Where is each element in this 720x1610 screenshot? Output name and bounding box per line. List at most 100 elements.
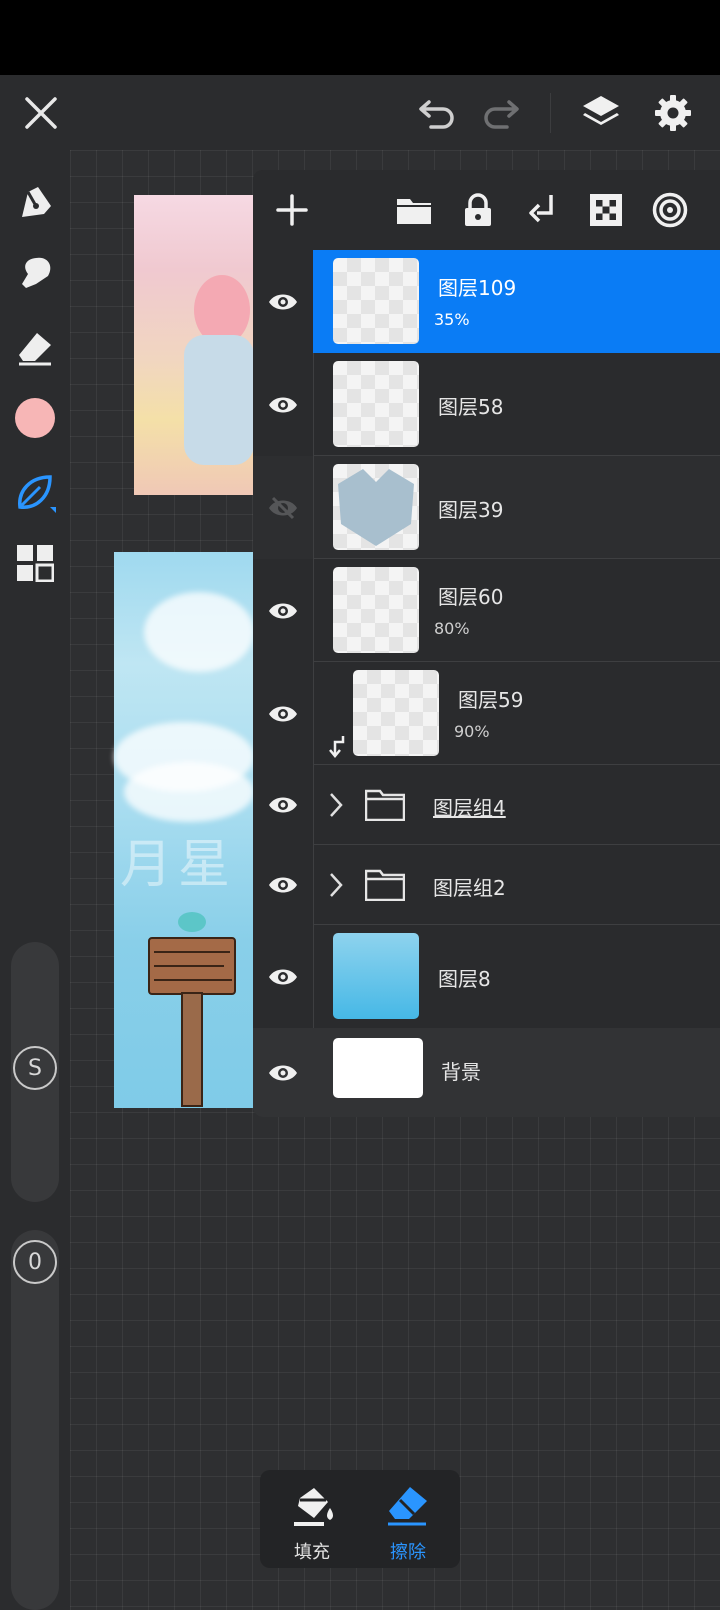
- character-dress: [184, 335, 254, 465]
- eraser-icon: [19, 333, 51, 366]
- sign-line: [154, 979, 232, 981]
- new-group-button[interactable]: [389, 185, 439, 235]
- fill-button[interactable]: 填充: [264, 1470, 360, 1568]
- erase-label: 擦除: [390, 1542, 426, 1563]
- visibility-toggle[interactable]: [253, 250, 313, 353]
- eye-icon: [269, 797, 297, 813]
- smudge-tool-button[interactable]: [10, 245, 60, 301]
- layer-row-59[interactable]: 图层59 90%: [253, 662, 720, 765]
- cloud: [144, 592, 254, 672]
- layer-row-58[interactable]: 图层58: [253, 353, 720, 456]
- add-layer-button[interactable]: [267, 185, 317, 235]
- undo-button[interactable]: [402, 75, 472, 150]
- fill-label: 填充: [294, 1542, 330, 1563]
- layer-name: 背景: [441, 1060, 481, 1084]
- smudge-icon: [22, 257, 51, 288]
- undo-icon: [419, 99, 454, 129]
- sign-line: [154, 965, 224, 967]
- brush-size-knob[interactable]: S: [13, 1046, 57, 1090]
- eye-divider: [313, 925, 314, 1028]
- layers-panel-toolbar: [253, 170, 720, 250]
- top-bar: [0, 75, 720, 150]
- visibility-toggle[interactable]: [253, 765, 313, 845]
- layer-row-60[interactable]: 图层60 80%: [253, 559, 720, 662]
- grid-menu-icon: [17, 545, 54, 582]
- settings-button[interactable]: [638, 75, 708, 150]
- layer-name: 图层8: [438, 967, 491, 991]
- redo-button[interactable]: [466, 75, 536, 150]
- folder-icon: [397, 199, 431, 224]
- layer-row-background[interactable]: 背景: [253, 1028, 720, 1117]
- layer-row-109[interactable]: 图层109 35%: [253, 250, 720, 353]
- layers-button[interactable]: [566, 75, 636, 150]
- visibility-toggle[interactable]: [253, 353, 313, 456]
- layer-name: 图层39: [438, 498, 504, 522]
- top-bar-divider: [550, 93, 551, 133]
- visibility-toggle[interactable]: [253, 925, 313, 1028]
- color-swatch: [15, 398, 55, 438]
- layer-thumbnail: [333, 258, 419, 344]
- visibility-toggle[interactable]: [253, 456, 313, 559]
- artwork-sky-image: 月星: [114, 552, 254, 1108]
- eye-icon: [269, 969, 297, 984]
- fill-erase-popup: 填充 擦除: [260, 1470, 460, 1568]
- eye-divider: [313, 456, 314, 559]
- layer-group-row-4[interactable]: 图层组4: [253, 765, 720, 845]
- leaf-brush-icon: [18, 475, 56, 513]
- lock-layer-button[interactable]: [453, 185, 503, 235]
- layer-group-row-2[interactable]: 图层组2: [253, 845, 720, 925]
- merge-down-button[interactable]: [517, 185, 567, 235]
- gear-icon: [655, 94, 691, 131]
- layer-thumbnail: [333, 933, 419, 1019]
- eye-hidden-icon: [269, 496, 297, 519]
- alpha-lock-icon: [590, 194, 622, 226]
- layer-row-39[interactable]: 图层39: [253, 456, 720, 559]
- visibility-toggle[interactable]: [253, 845, 313, 925]
- watermark-text: 月星: [120, 835, 237, 895]
- layer-thumbnail: [353, 670, 439, 756]
- leaf-brush-tool-button[interactable]: [10, 465, 60, 521]
- layer-row-8[interactable]: 图层8: [253, 925, 720, 1028]
- color-picker-button[interactable]: [10, 390, 60, 446]
- layer-name: 图层109: [438, 276, 517, 300]
- visibility-toggle[interactable]: [253, 559, 313, 662]
- left-toolbar: S 0: [0, 150, 70, 1610]
- brush-opacity-slider[interactable]: 0: [11, 1230, 59, 1610]
- layer-opacity: 90%: [454, 722, 490, 741]
- eye-icon: [269, 294, 297, 309]
- more-tools-button[interactable]: [10, 535, 60, 591]
- group-name: 图层组2: [433, 876, 506, 900]
- brush-tool-button[interactable]: [10, 175, 60, 231]
- visibility-toggle[interactable]: [253, 662, 313, 765]
- merge-down-icon: [529, 195, 553, 223]
- signpost-drawing: [181, 992, 203, 1107]
- layers-icon: [583, 95, 619, 125]
- layer-name: 图层58: [438, 395, 504, 419]
- eraser-icon: [388, 1487, 427, 1526]
- eraser-tool-button[interactable]: [10, 320, 60, 376]
- layer-thumbnail: [333, 567, 419, 653]
- eye-icon: [269, 877, 297, 893]
- bird-drawing: [178, 912, 206, 932]
- brush-size-slider[interactable]: S: [11, 942, 59, 1202]
- brush-icon: [22, 187, 51, 217]
- erase-button[interactable]: 擦除: [360, 1470, 456, 1568]
- layer-name: 图层59: [458, 688, 524, 712]
- alpha-lock-button[interactable]: [581, 185, 631, 235]
- eye-divider: [313, 765, 314, 845]
- cloud: [124, 762, 254, 822]
- expand-chevron-icon[interactable]: [329, 872, 343, 898]
- sign-line: [154, 951, 230, 953]
- brush-opacity-knob[interactable]: 0: [13, 1240, 57, 1284]
- eye-divider: [313, 662, 314, 765]
- paint-bucket-icon: [294, 1488, 333, 1526]
- blend-mode-button[interactable]: [645, 185, 695, 235]
- close-icon: [25, 96, 57, 129]
- folder-icon: [365, 789, 405, 821]
- status-bar: [0, 0, 720, 75]
- visibility-toggle[interactable]: [253, 1028, 313, 1117]
- close-button[interactable]: [6, 75, 76, 150]
- expand-chevron-icon[interactable]: [329, 792, 343, 818]
- layer-opacity: 80%: [434, 619, 470, 638]
- eye-divider: [313, 353, 314, 456]
